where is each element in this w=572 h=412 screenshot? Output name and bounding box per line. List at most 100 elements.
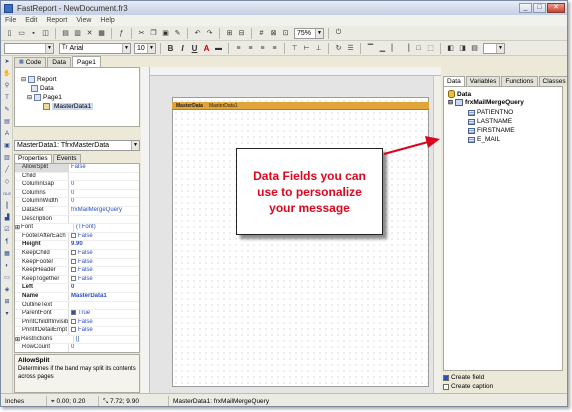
new-report-icon[interactable]: ▤ bbox=[60, 28, 71, 39]
create-caption-checkbox[interactable] bbox=[443, 383, 449, 390]
tab-code[interactable]: ▦ Code bbox=[14, 57, 47, 67]
menu-help[interactable]: Help bbox=[100, 17, 114, 24]
shape-tool-icon[interactable]: ◇ bbox=[2, 177, 12, 187]
bold-button[interactable]: B bbox=[165, 43, 176, 54]
chart-tool-icon[interactable]: ▟ bbox=[2, 213, 12, 223]
page-settings-icon[interactable]: ▦ bbox=[96, 28, 107, 39]
tab-events[interactable]: Events bbox=[52, 154, 81, 163]
property-checkbox[interactable] bbox=[71, 275, 76, 281]
property-value[interactable]: False bbox=[69, 327, 139, 335]
property-row[interactable]: Name MasterData1 bbox=[15, 292, 139, 302]
map-tool-icon[interactable]: ◈ bbox=[2, 285, 12, 295]
property-value[interactable]: True bbox=[69, 310, 139, 318]
align-right-icon[interactable]: ≡ bbox=[257, 43, 268, 54]
group-icon[interactable]: ⊞ bbox=[224, 28, 235, 39]
barcode-tool-icon[interactable]: ║ bbox=[2, 201, 12, 211]
property-row[interactable]: ColumnWidth 0 bbox=[15, 198, 139, 207]
property-value[interactable]: 0 bbox=[69, 284, 139, 292]
property-value[interactable]: False bbox=[69, 249, 139, 258]
property-value[interactable]: 0 bbox=[69, 198, 139, 206]
property-checkbox[interactable] bbox=[71, 267, 76, 273]
create-field-option[interactable]: Create field bbox=[443, 374, 484, 381]
property-row[interactable]: Left 0 bbox=[15, 284, 139, 293]
data-root[interactable]: Data bbox=[448, 90, 471, 98]
property-row[interactable]: Child bbox=[15, 172, 139, 182]
align-justify-icon[interactable]: ≡ bbox=[269, 43, 280, 54]
property-row[interactable]: Columns 0 bbox=[15, 189, 139, 199]
property-value[interactable]: False bbox=[69, 318, 139, 327]
property-value[interactable]: 9.90 bbox=[69, 241, 139, 249]
redo-icon[interactable]: ↷ bbox=[204, 28, 215, 39]
menu-report[interactable]: Report bbox=[46, 17, 67, 24]
frame-bottom-icon[interactable]: ▁ bbox=[377, 43, 388, 54]
field-item[interactable]: LASTNAME bbox=[468, 118, 512, 125]
paste-icon[interactable]: ▣ bbox=[160, 28, 171, 39]
fill-color-icon[interactable]: ◧ bbox=[445, 43, 456, 54]
property-checkbox[interactable] bbox=[71, 232, 76, 238]
band-tool-icon[interactable]: ▤ bbox=[2, 117, 12, 127]
property-row[interactable]: RowCount 0 bbox=[15, 344, 139, 352]
property-row[interactable]: PrintIfDetailEmpt False bbox=[15, 327, 139, 336]
select-tool-icon[interactable]: ➤ bbox=[2, 57, 12, 67]
property-row[interactable]: ColumnGap 0 bbox=[15, 181, 139, 190]
new-page-icon[interactable]: ▥ bbox=[72, 28, 83, 39]
field-item[interactable]: FIRSTNAME bbox=[468, 127, 515, 134]
property-checkbox[interactable] bbox=[71, 249, 76, 255]
frame-width-combo[interactable]: ▼ bbox=[483, 42, 505, 54]
property-checkbox[interactable] bbox=[71, 318, 76, 324]
property-value[interactable]: [] bbox=[74, 336, 139, 344]
property-row[interactable]: FooterAfterEach False bbox=[15, 232, 139, 242]
dialog-tool-icon[interactable]: ▭ bbox=[2, 273, 12, 283]
preview-icon[interactable]: ◫ bbox=[40, 28, 51, 39]
tree-item-page[interactable]: ⊟ Page1 bbox=[27, 94, 62, 101]
tab-data-tree[interactable]: Data bbox=[443, 76, 465, 86]
create-field-checkbox[interactable] bbox=[443, 374, 449, 381]
tab-page1[interactable]: Page1 bbox=[72, 56, 101, 67]
vertical-scrollbar[interactable] bbox=[433, 76, 441, 393]
minimize-button[interactable]: _ bbox=[519, 3, 532, 13]
tab-properties[interactable]: Properties bbox=[14, 154, 52, 163]
subreport-tool-icon[interactable]: ▥ bbox=[2, 153, 12, 163]
frame-all-icon[interactable]: □ bbox=[413, 43, 424, 54]
frame-style-icon[interactable]: ▤ bbox=[469, 43, 480, 54]
exit-icon[interactable]: ⏻ bbox=[333, 28, 344, 39]
property-row[interactable]: ⊞ Font (TFont) bbox=[15, 224, 139, 233]
italic-button[interactable]: I bbox=[177, 43, 188, 54]
ungroup-icon[interactable]: ⊟ bbox=[236, 28, 247, 39]
valign-top-icon[interactable]: ⊤ bbox=[289, 43, 300, 54]
delete-page-icon[interactable]: ✕ bbox=[84, 28, 95, 39]
property-value[interactable]: False bbox=[69, 164, 139, 172]
property-value[interactable]: False bbox=[69, 275, 139, 284]
rotate-icon[interactable]: ↻ bbox=[333, 43, 344, 54]
crosstab-tool-icon[interactable]: ▦ bbox=[2, 249, 12, 259]
property-row[interactable]: OutlineText bbox=[15, 301, 139, 311]
frame-none-icon[interactable]: ⬚ bbox=[425, 43, 436, 54]
property-checkbox[interactable] bbox=[71, 310, 76, 316]
font-size-combo[interactable]: 10 ▼ bbox=[134, 42, 156, 54]
dataset-node[interactable]: ⊟ frxMailMergeQuery bbox=[448, 99, 524, 106]
masterdata-band[interactable]: MasterData MasterData1 bbox=[172, 102, 429, 110]
variables-icon[interactable]: ƒ bbox=[116, 28, 127, 39]
open-icon[interactable]: ▭ bbox=[16, 28, 27, 39]
property-value[interactable] bbox=[69, 302, 139, 310]
close-button[interactable]: ✕ bbox=[547, 3, 565, 13]
property-row[interactable]: KeepFooter False bbox=[15, 258, 139, 268]
font-color-button[interactable]: A bbox=[201, 43, 212, 54]
gradient-tool-icon[interactable]: ◐ bbox=[2, 261, 12, 271]
property-row[interactable]: ParentFont True bbox=[15, 310, 139, 319]
highlight-rule-icon[interactable]: ☰ bbox=[345, 43, 356, 54]
property-row[interactable]: KeepChild False bbox=[15, 249, 139, 259]
cut-icon[interactable]: ✂ bbox=[136, 28, 147, 39]
memo-tool-icon[interactable]: A bbox=[2, 129, 12, 139]
text-tool-icon[interactable]: T bbox=[2, 93, 12, 103]
create-caption-option[interactable]: Create caption bbox=[443, 383, 493, 390]
property-value[interactable] bbox=[69, 173, 139, 181]
menu-view[interactable]: View bbox=[76, 17, 91, 24]
tree-item-report[interactable]: ⊟ Report bbox=[21, 76, 57, 83]
tab-functions[interactable]: Functions bbox=[501, 76, 538, 86]
property-value[interactable]: 0 bbox=[69, 190, 139, 198]
tab-variables[interactable]: Variables bbox=[465, 76, 501, 86]
underline-button[interactable]: U bbox=[189, 43, 200, 54]
property-checkbox[interactable] bbox=[71, 327, 76, 333]
grid-icon[interactable]: # bbox=[256, 28, 267, 39]
